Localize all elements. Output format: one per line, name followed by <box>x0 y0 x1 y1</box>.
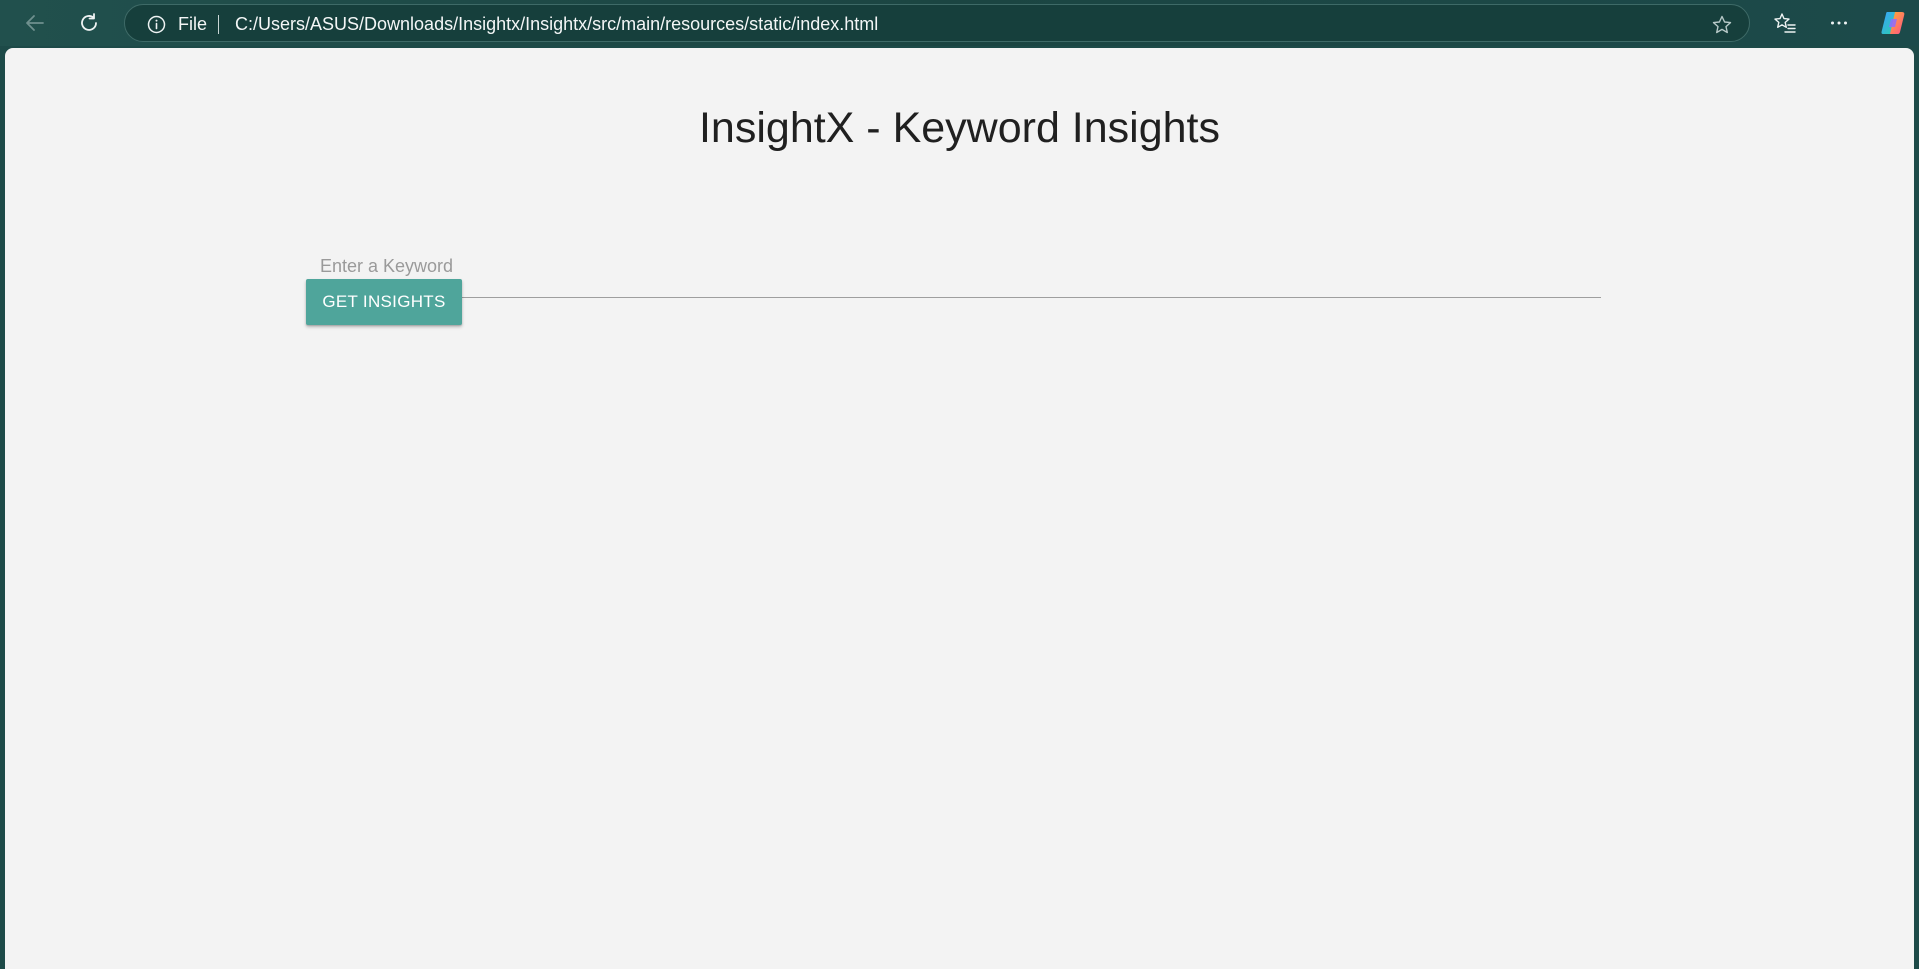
more-icon <box>1831 21 1847 25</box>
add-favorite-button[interactable] <box>1709 12 1735 38</box>
copilot-button[interactable] <box>1876 6 1910 40</box>
page-title: InsightX - Keyword Insights <box>698 104 1221 152</box>
browser-toolbar: File C:/Users/ASUS/Downloads/Insightx/In… <box>0 0 1919 46</box>
url-divider <box>218 15 219 34</box>
url-text[interactable]: C:/Users/ASUS/Downloads/Insightx/Insight… <box>235 15 878 33</box>
favorites-icon <box>1774 13 1796 33</box>
refresh-button[interactable] <box>72 6 106 40</box>
copilot-icon <box>1881 12 1905 34</box>
favorites-button[interactable] <box>1768 6 1802 40</box>
scheme-label: File <box>178 14 208 34</box>
star-icon <box>1712 15 1732 34</box>
keyword-input[interactable] <box>320 236 1601 298</box>
page-viewport: InsightX - Keyword Insights GET INSIGHTS <box>5 48 1914 969</box>
info-icon[interactable] <box>147 15 166 34</box>
get-insights-button[interactable]: GET INSIGHTS <box>306 279 462 325</box>
more-options-button[interactable] <box>1822 6 1856 40</box>
arrow-left-icon <box>26 15 44 31</box>
back-button[interactable] <box>18 6 52 40</box>
address-bar[interactable]: File C:/Users/ASUS/Downloads/Insightx/In… <box>124 4 1750 42</box>
keyword-field <box>320 236 1601 300</box>
refresh-icon <box>81 13 97 31</box>
